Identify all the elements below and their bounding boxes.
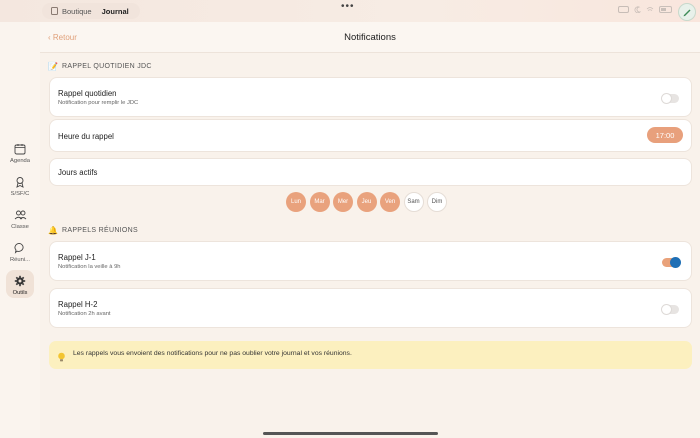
people-icon	[13, 208, 27, 222]
day-mer[interactable]: Mer	[333, 192, 353, 212]
wifi-icon	[646, 7, 654, 11]
reminder-h2-label: Rappel H-2	[58, 300, 98, 309]
bag-icon	[51, 7, 58, 15]
toggle-knob	[670, 257, 681, 268]
home-indicator[interactable]	[263, 432, 438, 435]
sidebar-item-label: Réuni...	[10, 257, 30, 263]
app-tabs: Boutique Journal	[42, 3, 140, 19]
reminder-h2-row[interactable]: Rappel H-2 Notification 2h avant	[49, 288, 692, 328]
sidebar-item-label: Agenda	[10, 158, 30, 164]
sidebar-item-label: S/SF/C	[10, 191, 30, 197]
daily-reminder-row[interactable]: Rappel quotidien Notification pour rempl…	[49, 77, 692, 117]
daily-reminder-sub: Notification pour remplir le JDC	[58, 100, 139, 106]
nav-bar: ‹ Retour Notifications	[40, 22, 700, 53]
tab-boutique[interactable]: Boutique	[46, 4, 97, 18]
battery-icon	[659, 6, 672, 13]
section-meetings-label: RAPPELS RÉUNIONS	[62, 227, 138, 234]
day-lun[interactable]: Lun	[286, 192, 306, 212]
reminder-j1-row[interactable]: Rappel J-1 Notification la veille à 9h	[49, 241, 692, 281]
day-sam[interactable]: Sam	[403, 192, 424, 212]
sidebar: Agenda S/SF/C Classe Réuni... Outils	[0, 22, 41, 438]
reminder-h2-sub: Notification 2h avant	[58, 311, 111, 317]
section-daily-label: RAPPEL QUOTIDIEN JDC	[62, 63, 152, 70]
gear-icon	[13, 274, 27, 288]
day-jeu[interactable]: Jeu	[356, 192, 377, 212]
sidebar-item-reunions[interactable]: Réuni...	[0, 241, 40, 263]
sidebar-item-agenda[interactable]: Agenda	[0, 142, 40, 164]
reminder-time-row[interactable]: Heure du rappel 17:00	[49, 119, 692, 152]
page-title: Notifications	[344, 32, 396, 43]
day-mar[interactable]: Mar	[309, 192, 330, 212]
tab-boutique-label: Boutique	[62, 6, 92, 16]
more-dots[interactable]: •••	[341, 2, 355, 12]
info-banner: Les rappels vous envoient des notificati…	[49, 341, 692, 369]
main-content: ‹ Retour Notifications 📝 RAPPEL QUOTIDIE…	[40, 22, 700, 438]
top-bar: Boutique Journal •••	[0, 0, 700, 22]
pen-icon[interactable]	[678, 3, 696, 21]
reminder-h2-toggle[interactable]	[661, 304, 679, 315]
sidebar-item-outils[interactable]: Outils	[0, 270, 40, 298]
reminder-time-label: Heure du rappel	[58, 132, 114, 141]
daily-reminder-toggle[interactable]	[661, 93, 679, 104]
active-days-label: Jours actifs	[58, 168, 98, 177]
toggle-knob	[661, 304, 672, 315]
reminder-j1-label: Rappel J-1	[58, 253, 96, 262]
sidebar-item-ssfc[interactable]: S/SF/C	[0, 175, 40, 197]
reminder-time-value[interactable]: 17:00	[647, 127, 683, 143]
reminder-j1-sub: Notification la veille à 9h	[58, 264, 121, 270]
chat-icon	[13, 241, 27, 255]
bell-icon: 🔔	[48, 226, 59, 235]
reminder-j1-toggle[interactable]	[662, 257, 681, 268]
tab-journal-label: Journal	[101, 6, 129, 16]
active-days-row[interactable]: Jours actifs	[49, 158, 692, 186]
sidebar-item-label: Classe	[11, 224, 29, 230]
day-selector: Lun Mar Mer Jeu Ven Sam Dim	[286, 192, 447, 212]
screen-icon	[618, 6, 629, 13]
section-meetings-title: 🔔 RAPPELS RÉUNIONS	[48, 226, 138, 235]
status-icons	[618, 6, 672, 13]
section-daily-title: 📝 RAPPEL QUOTIDIEN JDC	[48, 62, 152, 71]
calendar-icon	[13, 142, 27, 156]
memo-icon: 📝	[48, 62, 59, 71]
sidebar-item-classe[interactable]: Classe	[0, 208, 40, 230]
daily-reminder-label: Rappel quotidien	[58, 89, 117, 98]
lightbulb-icon	[57, 350, 66, 368]
day-ven[interactable]: Ven	[380, 192, 400, 212]
tab-journal[interactable]: Journal	[97, 4, 134, 18]
sidebar-item-label: Outils	[12, 290, 28, 296]
award-icon	[13, 175, 27, 189]
moon-icon	[634, 6, 641, 13]
day-dim[interactable]: Dim	[427, 192, 447, 212]
info-text: Les rappels vous envoient des notificati…	[73, 350, 352, 357]
toggle-knob	[661, 93, 672, 104]
